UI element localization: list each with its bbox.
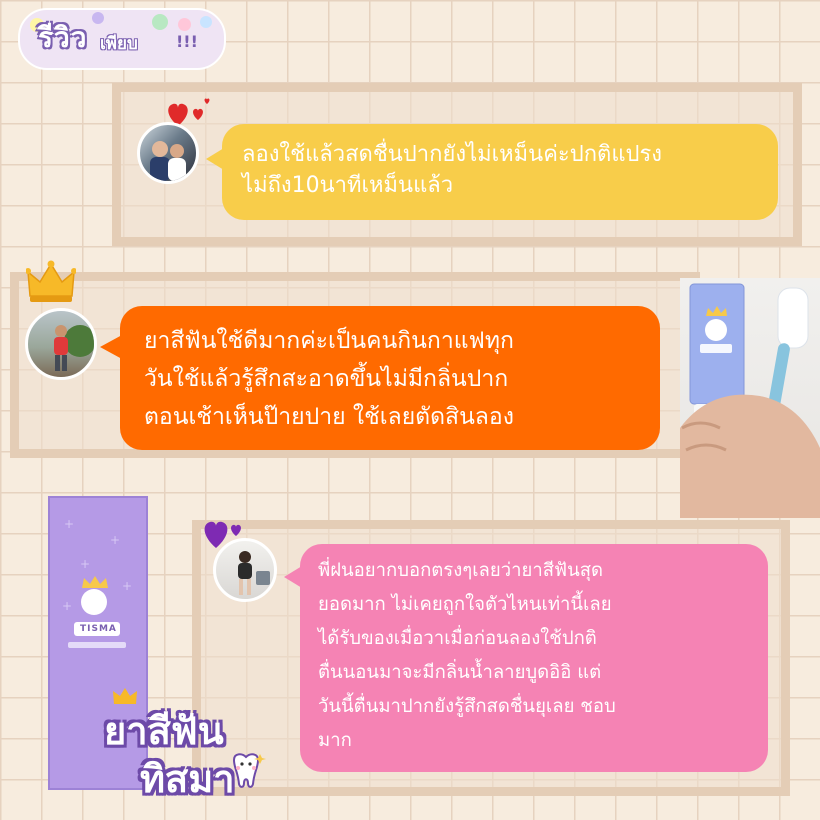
- decor-dot: [152, 14, 168, 30]
- svg-text:+: +: [80, 557, 90, 571]
- avatar: [213, 538, 277, 602]
- review-bubble-2: ยาสีฟันใช้ดีมากค่ะเป็นคนกินกาแฟทุก วันใช…: [120, 306, 660, 450]
- product-name-line2: ทิสมา: [140, 757, 235, 801]
- header-exclaim: !!!: [176, 32, 198, 51]
- avatar: [137, 122, 199, 184]
- review-text-line: ตื่นนอนมาจะมีกลิ่นน้ำลายบูดอิอิ แต่: [318, 662, 602, 683]
- review-bubble-1: ลองใช้แล้วสดชื่นปากยังไม่เหม็นค่ะปกติแปร…: [222, 124, 778, 220]
- decor-dot: [200, 16, 212, 28]
- review-text-line: วันนี้ตื่นมาปากยังรู้สึกสดชื่นยุเลย ชอบ: [318, 696, 616, 717]
- crown-icon: [25, 260, 77, 308]
- review-text-line: ยาสีฟันใช้ดีมากค่ะเป็นคนกินกาแฟทุก: [144, 328, 514, 354]
- review-text-line: ลองใช้แล้วสดชื่นปากยังไม่เหม็นค่ะปกติแปร…: [242, 142, 663, 167]
- svg-text:+: +: [64, 517, 74, 531]
- review-text-line: ตอนเช้าเห็นป๊ายปาย ใช้เลยตัดสินลอง: [144, 404, 514, 430]
- header-title: รีวิว: [38, 21, 88, 54]
- review-text-line: ยอดมาก ไม่เคยถูกใจตัวไหนเท่านี้เลย: [318, 594, 612, 615]
- review-text-line: พี่ฝนอยากบอกตรงๆเลยว่ายาสีฟันสุด: [318, 560, 604, 581]
- svg-text:+: +: [62, 599, 72, 613]
- svg-text:+: +: [122, 579, 132, 593]
- review-bubble-3: พี่ฝนอยากบอกตรงๆเลยว่ายาสีฟันสุด ยอดมาก …: [300, 544, 768, 772]
- product-photo: [680, 278, 820, 518]
- avatar: [25, 308, 97, 380]
- bubble-tail: [100, 335, 122, 359]
- decor-dot: [92, 12, 104, 24]
- review-text-line: ไม่ถึง10นาทีเหม็นแล้ว: [242, 173, 454, 198]
- header-subtitle: เพียบ: [100, 34, 138, 54]
- tooth-icon: [226, 750, 266, 794]
- review-text-line: วันใช้แล้วรู้สึกสะอาดขึ้นไม่มีกลิ่นปาก: [144, 366, 509, 392]
- review-text-line: มาก: [318, 730, 352, 751]
- svg-text:+: +: [110, 533, 120, 547]
- decor-dot: [178, 18, 191, 31]
- product-brand: TISMA: [80, 624, 117, 634]
- review-text-line: ได้รับของเมื่อวาเมื่อก่อนลองใช้ปกติ: [318, 628, 597, 649]
